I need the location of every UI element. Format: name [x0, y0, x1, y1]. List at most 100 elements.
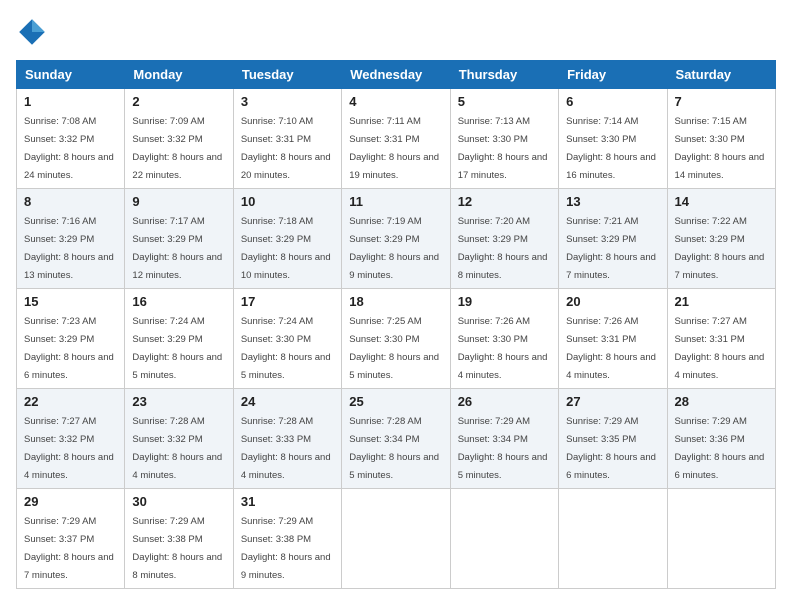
header-tuesday: Tuesday	[233, 61, 341, 89]
calendar-cell: 22Sunrise: 7:27 AMSunset: 3:32 PMDayligh…	[17, 389, 125, 489]
week-row-2: 8 Sunrise: 7:16 AMSunset: 3:29 PMDaylight…	[17, 189, 776, 289]
day-number: 27	[566, 394, 659, 409]
day-detail: Sunrise: 7:26 AMSunset: 3:31 PMDaylight:…	[566, 316, 656, 381]
day-detail: Sunrise: 7:24 AMSunset: 3:30 PMDaylight:…	[241, 316, 331, 381]
calendar-cell: 24Sunrise: 7:28 AMSunset: 3:33 PMDayligh…	[233, 389, 341, 489]
day-detail: Sunrise: 7:29 AMSunset: 3:37 PMDaylight:…	[24, 516, 114, 581]
calendar-cell: 23Sunrise: 7:28 AMSunset: 3:32 PMDayligh…	[125, 389, 233, 489]
day-number: 29	[24, 494, 117, 509]
day-detail: Sunrise: 7:24 AMSunset: 3:29 PMDaylight:…	[132, 316, 222, 381]
calendar-cell: 31 Sunrise: 7:29 AMSunset: 3:38 PMDayligh…	[233, 489, 341, 589]
day-detail: Sunrise: 7:28 AMSunset: 3:34 PMDaylight:…	[349, 416, 439, 481]
day-number: 24	[241, 394, 334, 409]
calendar-cell: 17 Sunrise: 7:24 AMSunset: 3:30 PMDayligh…	[233, 289, 341, 389]
calendar-cell: 29 Sunrise: 7:29 AMSunset: 3:37 PMDayligh…	[17, 489, 125, 589]
day-detail: Sunrise: 7:08 AMSunset: 3:32 PMDaylight:…	[24, 116, 114, 181]
calendar-cell: 28 Sunrise: 7:29 AMSunset: 3:36 PMDayligh…	[667, 389, 775, 489]
day-number: 1	[24, 94, 117, 109]
day-detail: Sunrise: 7:14 AMSunset: 3:30 PMDaylight:…	[566, 116, 656, 181]
day-detail: Sunrise: 7:13 AMSunset: 3:30 PMDaylight:…	[458, 116, 548, 181]
logo-icon	[16, 16, 48, 48]
day-detail: Sunrise: 7:21 AMSunset: 3:29 PMDaylight:…	[566, 216, 656, 281]
day-detail: Sunrise: 7:29 AMSunset: 3:35 PMDaylight:…	[566, 416, 656, 481]
calendar-cell: 30 Sunrise: 7:29 AMSunset: 3:38 PMDayligh…	[125, 489, 233, 589]
calendar-cell: 9 Sunrise: 7:17 AMSunset: 3:29 PMDaylight…	[125, 189, 233, 289]
calendar-cell: 16 Sunrise: 7:24 AMSunset: 3:29 PMDayligh…	[125, 289, 233, 389]
day-number: 18	[349, 294, 442, 309]
calendar-cell	[342, 489, 450, 589]
calendar-cell: 11 Sunrise: 7:19 AMSunset: 3:29 PMDayligh…	[342, 189, 450, 289]
calendar-cell: 18 Sunrise: 7:25 AMSunset: 3:30 PMDayligh…	[342, 289, 450, 389]
week-row-1: 1 Sunrise: 7:08 AMSunset: 3:32 PMDaylight…	[17, 89, 776, 189]
calendar-cell: 5 Sunrise: 7:13 AMSunset: 3:30 PMDaylight…	[450, 89, 558, 189]
day-detail: Sunrise: 7:29 AMSunset: 3:38 PMDaylight:…	[241, 516, 331, 581]
logo	[16, 16, 52, 48]
day-number: 25	[349, 394, 442, 409]
calendar-table: SundayMondayTuesdayWednesdayThursdayFrid…	[16, 60, 776, 589]
day-number: 30	[132, 494, 225, 509]
calendar-cell: 27 Sunrise: 7:29 AMSunset: 3:35 PMDayligh…	[559, 389, 667, 489]
day-number: 8	[24, 194, 117, 209]
header-saturday: Saturday	[667, 61, 775, 89]
calendar-cell: 4 Sunrise: 7:11 AMSunset: 3:31 PMDaylight…	[342, 89, 450, 189]
day-number: 2	[132, 94, 225, 109]
day-number: 22	[24, 394, 117, 409]
calendar-cell	[450, 489, 558, 589]
day-number: 23	[132, 394, 225, 409]
day-number: 28	[675, 394, 768, 409]
calendar-cell: 15 Sunrise: 7:23 AMSunset: 3:29 PMDayligh…	[17, 289, 125, 389]
day-number: 13	[566, 194, 659, 209]
day-number: 26	[458, 394, 551, 409]
day-detail: Sunrise: 7:17 AMSunset: 3:29 PMDaylight:…	[132, 216, 222, 281]
day-number: 17	[241, 294, 334, 309]
day-number: 12	[458, 194, 551, 209]
day-detail: Sunrise: 7:19 AMSunset: 3:29 PMDaylight:…	[349, 216, 439, 281]
calendar-cell: 13 Sunrise: 7:21 AMSunset: 3:29 PMDayligh…	[559, 189, 667, 289]
calendar-cell: 7Sunrise: 7:15 AMSunset: 3:30 PMDaylight…	[667, 89, 775, 189]
day-number: 7	[675, 94, 768, 109]
week-row-3: 15 Sunrise: 7:23 AMSunset: 3:29 PMDayligh…	[17, 289, 776, 389]
day-detail: Sunrise: 7:27 AMSunset: 3:31 PMDaylight:…	[675, 316, 765, 381]
page-header	[16, 16, 776, 48]
day-number: 6	[566, 94, 659, 109]
day-number: 16	[132, 294, 225, 309]
day-number: 11	[349, 194, 442, 209]
day-number: 5	[458, 94, 551, 109]
day-number: 21	[675, 294, 768, 309]
day-number: 4	[349, 94, 442, 109]
calendar-cell: 10 Sunrise: 7:18 AMSunset: 3:29 PMDayligh…	[233, 189, 341, 289]
day-detail: Sunrise: 7:16 AMSunset: 3:29 PMDaylight:…	[24, 216, 114, 281]
day-detail: Sunrise: 7:29 AMSunset: 3:38 PMDaylight:…	[132, 516, 222, 581]
day-number: 19	[458, 294, 551, 309]
day-detail: Sunrise: 7:26 AMSunset: 3:30 PMDaylight:…	[458, 316, 548, 381]
day-detail: Sunrise: 7:23 AMSunset: 3:29 PMDaylight:…	[24, 316, 114, 381]
day-number: 14	[675, 194, 768, 209]
calendar-header-row: SundayMondayTuesdayWednesdayThursdayFrid…	[17, 61, 776, 89]
day-detail: Sunrise: 7:10 AMSunset: 3:31 PMDaylight:…	[241, 116, 331, 181]
day-detail: Sunrise: 7:20 AMSunset: 3:29 PMDaylight:…	[458, 216, 548, 281]
week-row-5: 29 Sunrise: 7:29 AMSunset: 3:37 PMDayligh…	[17, 489, 776, 589]
day-detail: Sunrise: 7:11 AMSunset: 3:31 PMDaylight:…	[349, 116, 439, 181]
header-monday: Monday	[125, 61, 233, 89]
header-friday: Friday	[559, 61, 667, 89]
calendar-cell	[559, 489, 667, 589]
calendar-cell: 6 Sunrise: 7:14 AMSunset: 3:30 PMDaylight…	[559, 89, 667, 189]
day-number: 9	[132, 194, 225, 209]
day-number: 10	[241, 194, 334, 209]
day-detail: Sunrise: 7:22 AMSunset: 3:29 PMDaylight:…	[675, 216, 765, 281]
calendar-cell: 1 Sunrise: 7:08 AMSunset: 3:32 PMDaylight…	[17, 89, 125, 189]
day-detail: Sunrise: 7:29 AMSunset: 3:34 PMDaylight:…	[458, 416, 548, 481]
day-number: 15	[24, 294, 117, 309]
calendar-cell: 19 Sunrise: 7:26 AMSunset: 3:30 PMDayligh…	[450, 289, 558, 389]
day-number: 3	[241, 94, 334, 109]
calendar-cell: 25 Sunrise: 7:28 AMSunset: 3:34 PMDayligh…	[342, 389, 450, 489]
day-detail: Sunrise: 7:29 AMSunset: 3:36 PMDaylight:…	[675, 416, 765, 481]
week-row-4: 22Sunrise: 7:27 AMSunset: 3:32 PMDayligh…	[17, 389, 776, 489]
day-detail: Sunrise: 7:18 AMSunset: 3:29 PMDaylight:…	[241, 216, 331, 281]
header-sunday: Sunday	[17, 61, 125, 89]
calendar-cell: 21 Sunrise: 7:27 AMSunset: 3:31 PMDayligh…	[667, 289, 775, 389]
calendar-cell: 14 Sunrise: 7:22 AMSunset: 3:29 PMDayligh…	[667, 189, 775, 289]
day-detail: Sunrise: 7:25 AMSunset: 3:30 PMDaylight:…	[349, 316, 439, 381]
header-wednesday: Wednesday	[342, 61, 450, 89]
day-number: 31	[241, 494, 334, 509]
